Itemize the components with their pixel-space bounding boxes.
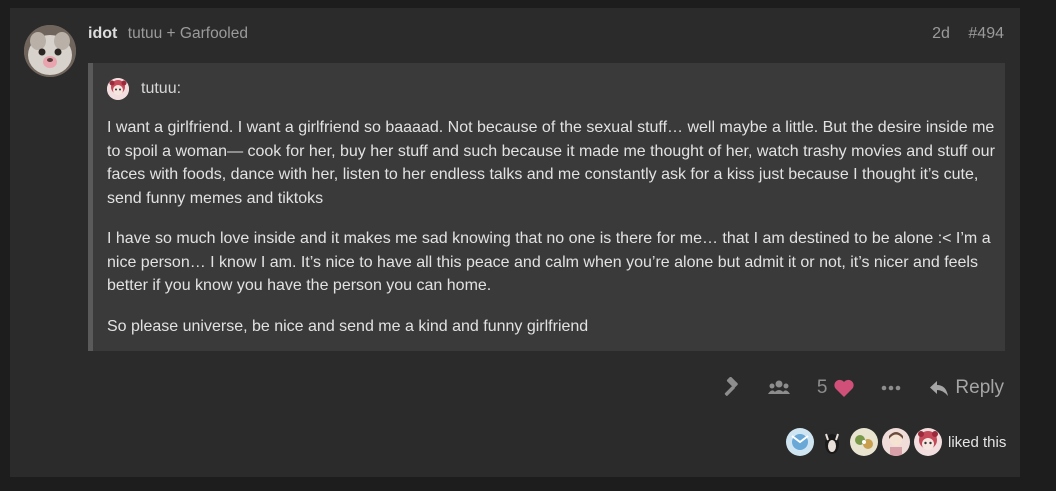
- reply-icon: [930, 381, 949, 396]
- likers-list: liked this: [786, 428, 1006, 456]
- more-icon: [882, 385, 901, 391]
- quote-title[interactable]: tutuu:: [107, 78, 181, 100]
- hammer-icon: [724, 377, 738, 396]
- post: idot tutuu + Garfooled 2d #494 tutuu: I …: [10, 8, 1020, 477]
- post-header: idot tutuu + Garfooled: [88, 25, 248, 43]
- user-avatar[interactable]: [24, 25, 76, 77]
- liker-avatar[interactable]: [786, 428, 814, 456]
- users-icon: [767, 380, 790, 394]
- reply-button[interactable]: Reply: [929, 377, 1004, 399]
- quote-author-avatar: [107, 78, 129, 100]
- quote-paragraph: I want a girlfriend. I want a girlfriend…: [107, 119, 995, 207]
- post-actions: 5 Reply: [693, 374, 1004, 402]
- liker-avatar[interactable]: [850, 428, 878, 456]
- username[interactable]: idot: [88, 25, 117, 42]
- heart-icon: [834, 379, 855, 397]
- like-count: 5: [816, 377, 828, 398]
- post-number[interactable]: #494: [968, 25, 1004, 42]
- liker-avatar[interactable]: [914, 428, 942, 456]
- reply-label: Reply: [955, 377, 1004, 398]
- liker-avatar[interactable]: [818, 428, 846, 456]
- like-button[interactable]: 5: [817, 377, 856, 399]
- liker-avatar[interactable]: [882, 428, 910, 456]
- participants-button[interactable]: [767, 378, 791, 398]
- more-button[interactable]: [881, 385, 901, 391]
- post-meta: 2d #494: [932, 25, 1004, 43]
- quote-block: tutuu: I want a girlfriend. I want a gir…: [88, 63, 1005, 351]
- quote-paragraph: So please universe, be nice and send me …: [107, 317, 589, 335]
- reply-to-users[interactable]: tutuu + Garfooled: [128, 25, 248, 42]
- admin-button[interactable]: [719, 377, 741, 399]
- post-age[interactable]: 2d: [932, 25, 950, 42]
- quote-paragraph: I have so much love inside and it makes …: [107, 230, 991, 294]
- quote-body: I want a girlfriend. I want a girlfriend…: [107, 116, 997, 355]
- quote-author: tutuu:: [141, 80, 182, 97]
- liked-this-label: liked this: [948, 433, 1007, 451]
